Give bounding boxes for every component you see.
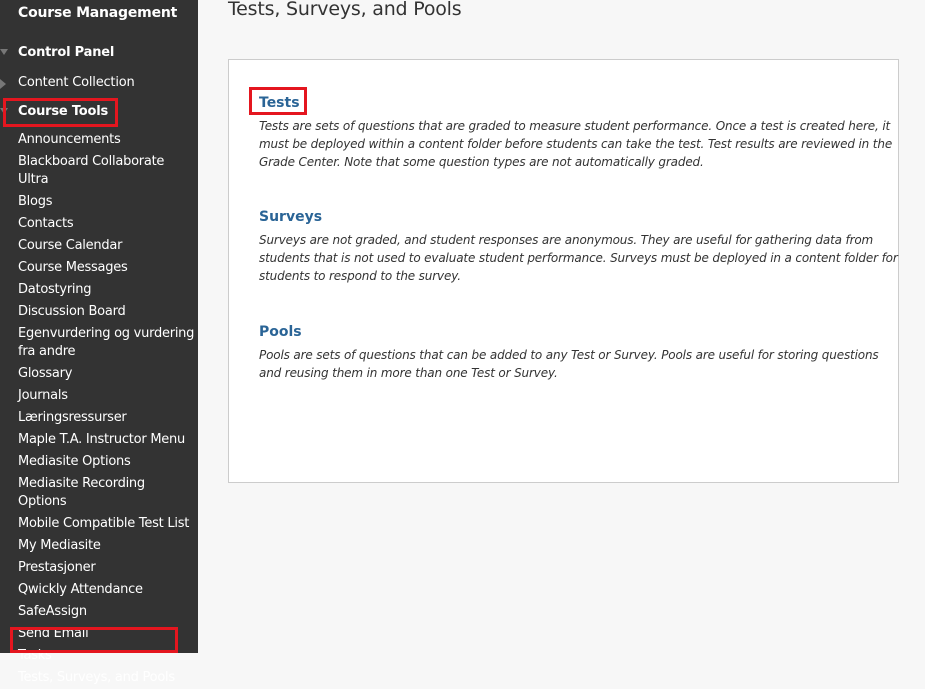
surveys-description: Surveys are not graded, and student resp… bbox=[259, 233, 898, 283]
sidebar-item-qwickly-attendance[interactable]: Qwickly Attendance bbox=[18, 579, 196, 601]
sidebar-item-contacts[interactable]: Contacts bbox=[18, 213, 196, 235]
sidebar-item-mediasite-recording-options[interactable]: Mediasite Recording Options bbox=[18, 473, 196, 513]
tests-description: Tests are sets of questions that are gra… bbox=[259, 119, 893, 169]
expanded-triangle-icon[interactable] bbox=[0, 49, 8, 55]
sidebar-section-content-collection[interactable]: Content Collection bbox=[18, 75, 135, 90]
sidebar-title: Course Management bbox=[18, 5, 178, 21]
sidebar-item-egenvurdering[interactable]: Egenvurdering og vurdering fra andre bbox=[18, 323, 196, 363]
course-management-sidebar: Course Management Control Panel Content … bbox=[0, 0, 198, 685]
pools-description: Pools are sets of questions that can be … bbox=[259, 348, 879, 380]
sidebar-item-course-calendar[interactable]: Course Calendar bbox=[18, 235, 196, 257]
sidebar-section-control-panel[interactable]: Control Panel bbox=[18, 45, 114, 60]
sidebar-item-laeringsressurser[interactable]: Læringsressurser bbox=[18, 407, 196, 429]
sidebar-item-maple-ta[interactable]: Maple T.A. Instructor Menu bbox=[18, 429, 196, 451]
collapsed-triangle-icon[interactable] bbox=[0, 79, 6, 89]
sidebar-item-discussion-board[interactable]: Discussion Board bbox=[18, 301, 196, 323]
sidebar-item-prestasjoner[interactable]: Prestasjoner bbox=[18, 557, 196, 579]
pools-link[interactable]: Pools bbox=[259, 324, 302, 340]
sidebar-item-datostyring[interactable]: Datostyring bbox=[18, 279, 196, 301]
sidebar-item-announcements[interactable]: Announcements bbox=[18, 129, 196, 151]
page-title: Tests, Surveys, and Pools bbox=[228, 0, 462, 20]
highlight-tests-surveys-pools bbox=[10, 627, 178, 653]
sidebar-item-safeassign[interactable]: SafeAssign bbox=[18, 601, 196, 623]
entry-tests: Tests Tests are sets of questions that a… bbox=[259, 92, 899, 171]
entry-surveys: Surveys Surveys are not graded, and stud… bbox=[259, 206, 899, 285]
sidebar-item-course-messages[interactable]: Course Messages bbox=[18, 257, 196, 279]
highlight-tests-link bbox=[249, 87, 307, 115]
sidebar-item-mediasite-options[interactable]: Mediasite Options bbox=[18, 451, 196, 473]
sidebar-item-blackboard-collaborate-ultra[interactable]: Blackboard Collaborate Ultra bbox=[18, 151, 196, 191]
entry-pools: Pools Pools are sets of questions that c… bbox=[259, 321, 899, 382]
surveys-link[interactable]: Surveys bbox=[259, 209, 322, 225]
content-panel: Tests Tests are sets of questions that a… bbox=[228, 59, 899, 483]
sidebar-item-tests-surveys-pools[interactable]: Tests, Surveys, and Pools bbox=[18, 667, 196, 689]
highlight-course-tools bbox=[3, 98, 118, 127]
sidebar-item-glossary[interactable]: Glossary bbox=[18, 363, 196, 385]
sidebar-item-blogs[interactable]: Blogs bbox=[18, 191, 196, 213]
course-tools-list: Announcements Blackboard Collaborate Ult… bbox=[18, 129, 196, 689]
sidebar-item-journals[interactable]: Journals bbox=[18, 385, 196, 407]
sidebar-item-mobile-compatible-test-list[interactable]: Mobile Compatible Test List bbox=[18, 513, 196, 535]
sidebar-item-my-mediasite[interactable]: My Mediasite bbox=[18, 535, 196, 557]
